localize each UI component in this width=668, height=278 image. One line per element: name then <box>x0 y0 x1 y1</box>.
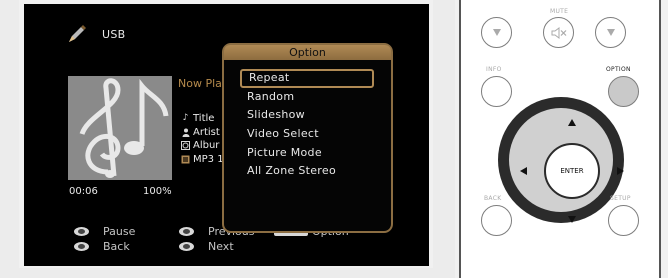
info-label: INFO <box>486 66 502 73</box>
back-key-icon <box>74 242 89 251</box>
speaker-mute-icon <box>551 26 566 39</box>
mute-label: MUTE <box>550 8 569 15</box>
option-repeat[interactable]: Repeat <box>240 69 374 88</box>
volume-down-button[interactable] <box>481 17 512 48</box>
track-meta-list: ♪ Title Artist Albur MP3 1 <box>181 112 224 166</box>
source-label: USB <box>102 27 126 41</box>
cursor-ring: ENTER <box>509 108 624 223</box>
progress-percent: 100% <box>143 186 172 197</box>
option-label: OPTION <box>606 66 631 73</box>
disc-icon <box>181 141 190 151</box>
source-header: USB <box>66 24 125 44</box>
down-key-icon <box>179 242 194 251</box>
option-menu-list: Repeat Random Slideshow Video Select Pic… <box>240 69 374 181</box>
option-button[interactable] <box>608 76 639 107</box>
meta-album: Albur <box>181 139 224 153</box>
option-random[interactable]: Random <box>240 88 374 107</box>
enter-key-icon <box>74 227 89 236</box>
back-label: BACK <box>484 195 502 202</box>
volume-down-icon <box>492 29 501 36</box>
option-all-zone-stereo[interactable]: All Zone Stereo <box>240 162 374 181</box>
setup-button[interactable] <box>608 205 639 236</box>
cursor-down-button[interactable] <box>568 216 576 223</box>
mute-button[interactable] <box>543 17 574 48</box>
setup-label: SETUP <box>610 195 631 202</box>
music-notes-icon <box>68 76 172 180</box>
up-key-icon <box>179 227 194 236</box>
meta-artist: Artist <box>181 126 224 140</box>
tv-screen: USB Now Pla ♪ Title Artist Albur MP3 1 0… <box>24 4 429 266</box>
cursor-left-button[interactable] <box>520 167 527 175</box>
option-video-select[interactable]: Video Select <box>240 125 374 144</box>
meta-title: ♪ Title <box>182 113 215 124</box>
option-menu: Option Repeat Random Slideshow Video Sel… <box>222 43 393 233</box>
now-playing-label: Now Pla <box>178 77 222 90</box>
volume-down-button-2[interactable] <box>595 17 626 48</box>
elapsed-time: 00:06 <box>69 186 98 197</box>
file-icon <box>181 155 190 164</box>
enter-button[interactable]: ENTER <box>544 143 600 199</box>
hint-back: Back <box>74 240 130 253</box>
pencil-icon <box>69 25 86 42</box>
meta-format: MP3 1 <box>181 153 224 167</box>
volume-down-icon <box>606 29 615 36</box>
cursor-pad: ENTER <box>498 97 624 223</box>
option-menu-title: Option <box>224 45 391 60</box>
hint-next: Next <box>179 240 234 253</box>
cursor-up-button[interactable] <box>568 119 576 126</box>
cursor-right-button[interactable] <box>617 167 624 175</box>
hint-pause: Pause <box>74 225 135 238</box>
info-button[interactable] <box>481 76 512 107</box>
person-icon <box>181 128 190 137</box>
music-note-icon: ♪ <box>182 113 189 123</box>
back-button[interactable] <box>481 205 512 236</box>
option-slideshow[interactable]: Slideshow <box>240 106 374 125</box>
album-art <box>68 76 172 180</box>
option-picture-mode[interactable]: Picture Mode <box>240 144 374 163</box>
